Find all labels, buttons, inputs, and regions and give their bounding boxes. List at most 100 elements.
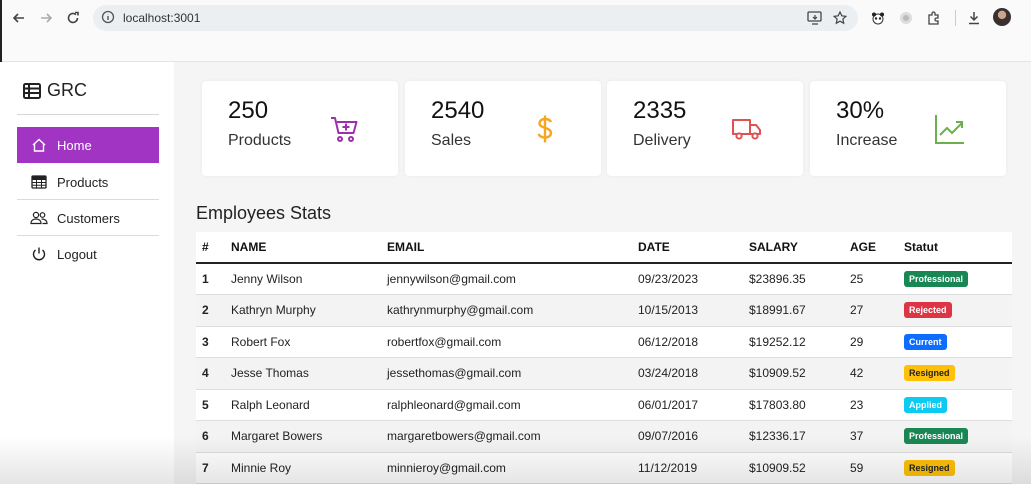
cell-salary: $17803.80: [749, 389, 850, 421]
cell-age: 23: [850, 389, 904, 421]
column-header-date[interactable]: DATE: [638, 232, 749, 264]
cell-index: 5: [196, 389, 231, 421]
table-icon: [30, 173, 48, 191]
reload-button[interactable]: [63, 8, 83, 28]
stat-card-products: 250 Products: [202, 81, 398, 176]
cell-status: Resigned: [904, 452, 1012, 484]
bookmark-star-icon[interactable]: [832, 10, 848, 30]
sidebar-item-label: Home: [57, 137, 92, 153]
sidebar-item-label: Products: [57, 174, 109, 190]
sidebar-item-home[interactable]: Home: [17, 127, 159, 163]
table-row[interactable]: 3 Robert Fox robertfox@gmail.com 06/12/2018…: [196, 326, 1012, 358]
cell-email: robertfox@gmail.com: [387, 326, 638, 358]
cell-name: Kathryn Murphy: [231, 294, 387, 327]
cell-status: Professional: [904, 420, 1012, 453]
home-icon: [30, 136, 48, 154]
status-badge: Professional: [904, 271, 969, 287]
cell-email: jessethomas@gmail.com: [387, 357, 638, 390]
brand-text: GRC: [47, 80, 87, 100]
cell-status: Applied: [904, 389, 1012, 421]
page-top-strip: [0, 36, 1031, 62]
sidebar-item-customers[interactable]: Customers: [17, 200, 159, 236]
cell-index: 1: [196, 263, 231, 295]
table-header-row: # NAME EMAIL DATE SALARY AGE Statut: [196, 232, 1012, 264]
cart-plus-icon: [328, 113, 360, 145]
install-app-icon[interactable]: [807, 11, 823, 30]
cell-index: 4: [196, 357, 231, 390]
cell-email: minnieroy@gmail.com: [387, 452, 638, 484]
cell-email: margaretbowers@gmail.com: [387, 420, 638, 453]
truck-icon: [731, 113, 763, 145]
download-icon[interactable]: [964, 8, 984, 28]
table-row[interactable]: 7 Minnie Roy minnieroy@gmail.com 11/12/2019…: [196, 452, 1012, 484]
table-row[interactable]: 6 Margaret Bowers margaretbowers@gmail.com…: [196, 420, 1012, 453]
sidebar-item-products[interactable]: Products: [17, 164, 159, 200]
cell-age: 27: [850, 294, 904, 327]
cell-date: 09/07/2016: [638, 420, 749, 453]
cell-status: Current: [904, 326, 1012, 358]
arrow-right-icon: [41, 13, 53, 23]
column-header-name[interactable]: NAME: [231, 232, 387, 264]
status-badge: Resigned: [904, 365, 955, 382]
cell-salary: $18991.67: [749, 294, 850, 327]
address-bar[interactable]: localhost:3001: [93, 5, 858, 31]
cell-name: Ralph Leonard: [231, 389, 387, 421]
site-info-icon[interactable]: [101, 10, 115, 29]
browser-toolbar: localhost:3001: [0, 0, 1031, 36]
panda-extension-icon[interactable]: [868, 8, 888, 28]
stat-label: Products: [228, 132, 292, 149]
back-button[interactable]: [9, 8, 29, 28]
stat-label: Delivery: [633, 132, 691, 149]
cell-status: Resigned: [904, 357, 1012, 390]
column-header-age[interactable]: AGE: [850, 232, 904, 264]
toolbar-divider: [955, 10, 956, 26]
cell-date: 09/23/2023: [638, 263, 749, 295]
cell-email: jennywilson@gmail.com: [387, 263, 638, 295]
arrow-left-icon: [12, 13, 24, 23]
profile-avatar[interactable]: [993, 8, 1011, 26]
cell-salary: $19252.12: [749, 326, 850, 358]
sidebar-item-logout[interactable]: Logout: [17, 236, 159, 272]
extension-badge-icon[interactable]: [896, 8, 916, 28]
sidebar-divider: [17, 114, 159, 115]
cell-email: kathrynmurphy@gmail.com: [387, 294, 638, 327]
stat-value: 30%: [836, 97, 885, 124]
section-title: Employees Stats: [196, 203, 332, 223]
cell-age: 42: [850, 357, 904, 390]
cell-salary: $10909.52: [749, 357, 850, 390]
cell-date: 03/24/2018: [638, 357, 749, 390]
sidebar: GRC Home Products Customers Logout: [0, 62, 174, 484]
people-icon: [30, 209, 48, 227]
cell-email: ralphleonard@gmail.com: [387, 389, 638, 421]
cell-status: Rejected: [904, 294, 1012, 327]
brand[interactable]: GRC: [23, 80, 87, 101]
status-badge: Resigned: [904, 459, 955, 476]
column-header-email[interactable]: EMAIL: [387, 232, 638, 264]
power-icon: [30, 245, 48, 263]
table-list-icon: [23, 82, 41, 99]
stat-value: 250: [228, 97, 269, 124]
table-row[interactable]: 4 Jesse Thomas jessethomas@gmail.com 03/24/…: [196, 357, 1012, 390]
cell-age: 29: [850, 326, 904, 358]
table-row[interactable]: 5 Ralph Leonard ralphleonard@gmail.com 06/0…: [196, 389, 1012, 421]
cell-age: 25: [850, 263, 904, 295]
table-row[interactable]: 2 Kathryn Murphy kathrynmurphy@gmail.com 10…: [196, 294, 1012, 327]
forward-button[interactable]: [36, 8, 56, 28]
column-header-status[interactable]: Statut: [904, 232, 1012, 264]
cell-name: Robert Fox: [231, 326, 387, 358]
cell-date: 06/12/2018: [638, 326, 749, 358]
window-edge: [0, 0, 2, 62]
stat-card-sales: 2540 Sales: [405, 81, 601, 176]
column-header-index[interactable]: #: [196, 232, 231, 264]
table-row[interactable]: 1 Jenny Wilson jennywilson@gmail.com 09/23/…: [196, 263, 1012, 295]
cell-age: 37: [850, 420, 904, 453]
cell-age: 59: [850, 452, 904, 484]
employees-table: # NAME EMAIL DATE SALARY AGE Statut 1 Jen…: [196, 232, 1012, 484]
extensions-puzzle-icon[interactable]: [924, 8, 944, 28]
cell-name: Jesse Thomas: [231, 357, 387, 390]
sidebar-item-label: Logout: [57, 246, 97, 262]
cell-salary: $12336.17: [749, 420, 850, 453]
column-header-salary[interactable]: SALARY: [749, 232, 850, 264]
dollar-icon: [529, 113, 561, 145]
cell-salary: $23896.35: [749, 263, 850, 295]
